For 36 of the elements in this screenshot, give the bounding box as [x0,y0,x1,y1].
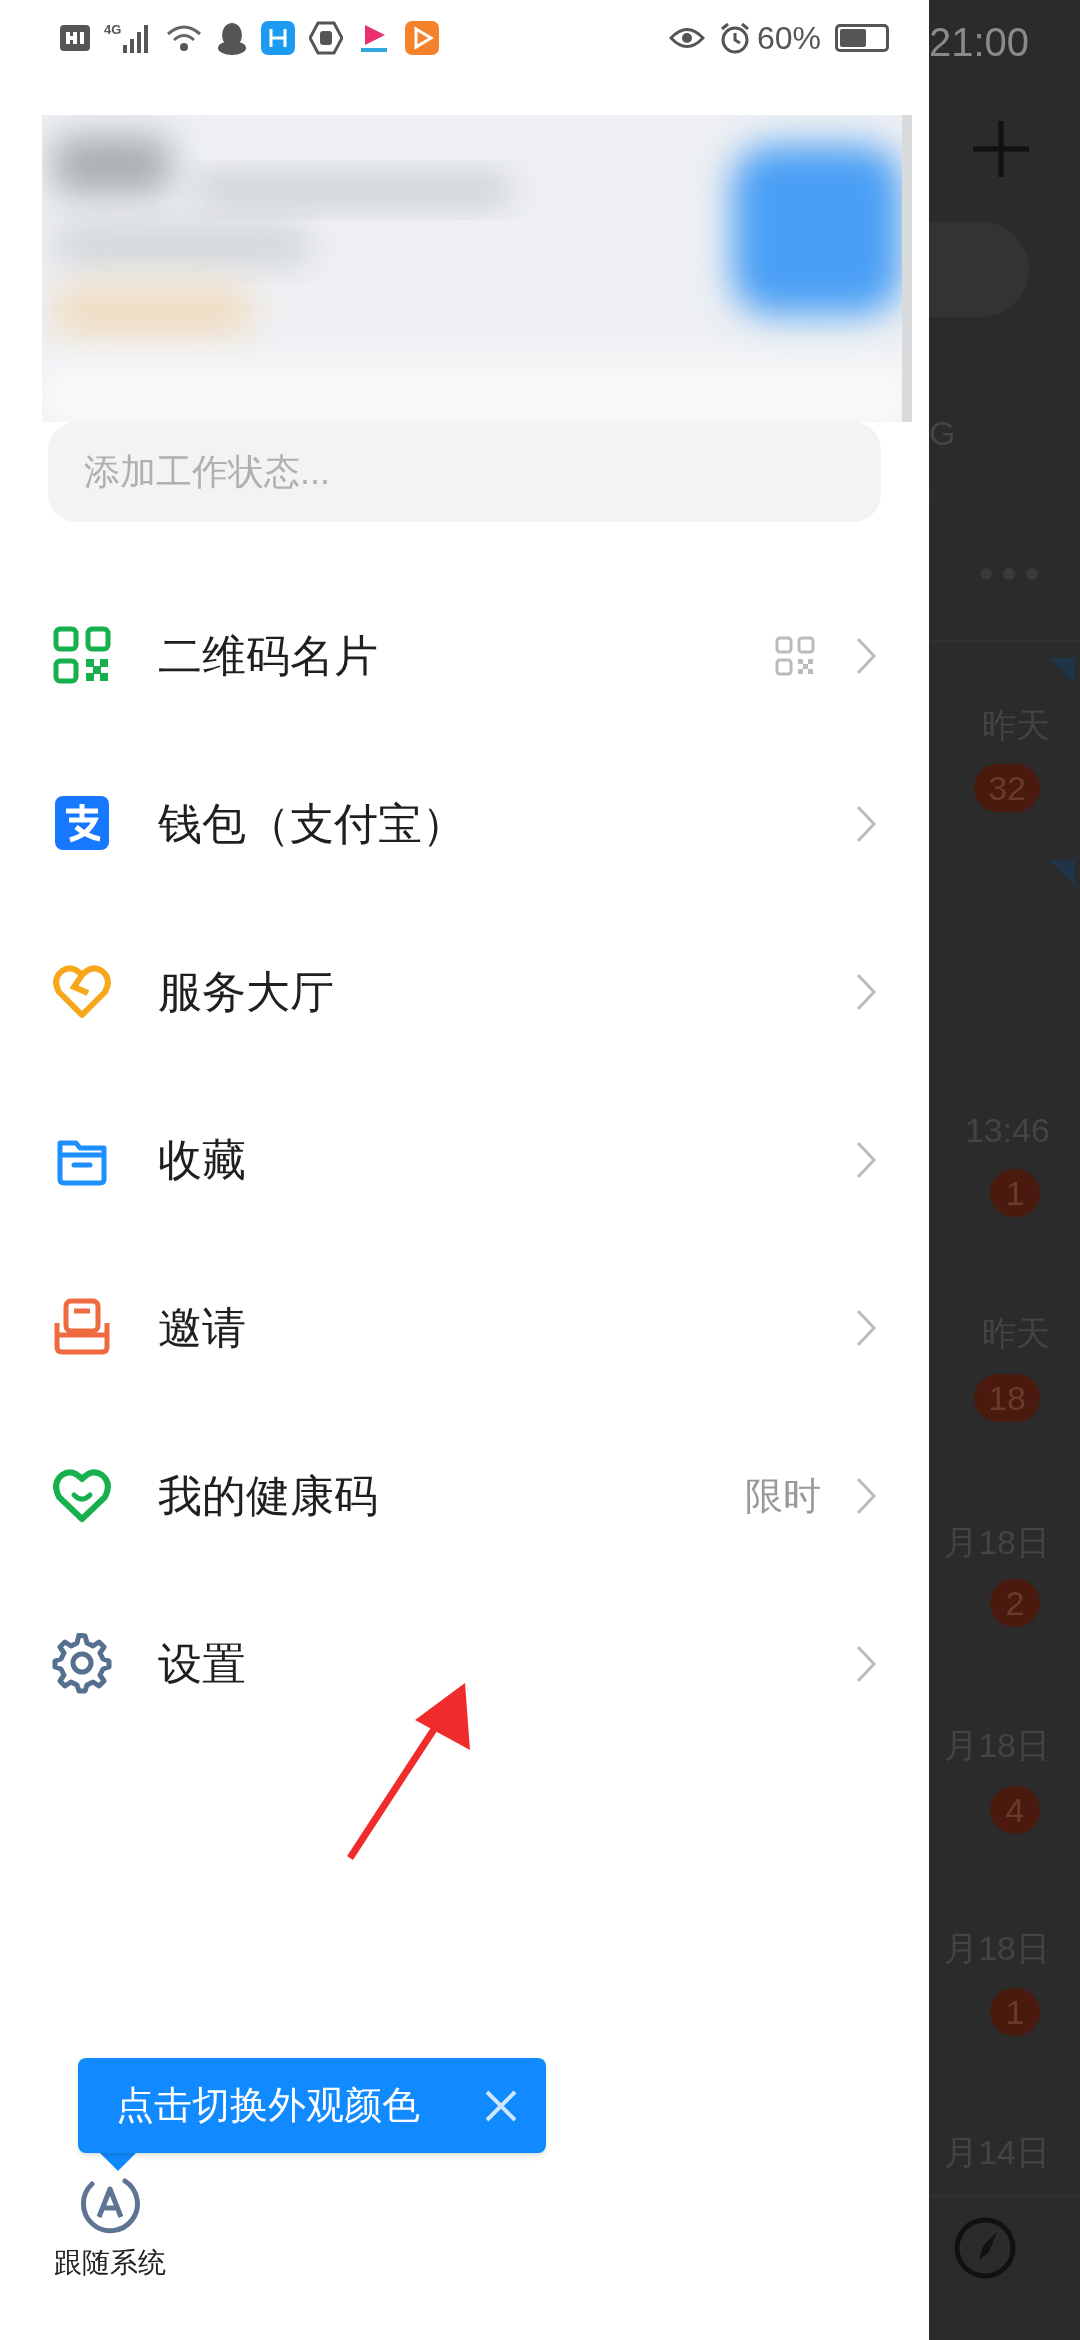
chevron-right-icon [855,1308,877,1348]
menu-item[interactable]: 服务大厅 [0,908,929,1076]
corner-marker-icon [1049,860,1075,886]
menu-item[interactable]: 钱包（支付宝） [0,740,929,908]
qr-code-icon [52,625,114,687]
clock-time: 21:00 [929,19,1030,66]
menu-item[interactable]: 二维码名片 [0,572,929,740]
chevron-right-icon [855,1140,877,1180]
play-app-icon [405,20,440,55]
status-input-field[interactable]: 添加工作状态... [48,422,881,522]
menu-item[interactable]: 邀请 [0,1244,929,1412]
settings-icon [52,1633,114,1695]
alarm-icon [718,21,751,54]
chevron-right-icon [855,636,877,676]
chevron-right-icon [855,804,877,844]
chevron-right-icon [855,972,877,1012]
battery-icon [835,23,889,52]
menu-item[interactable]: 收藏 [0,1076,929,1244]
hd-icon [60,24,90,51]
corner-marker-icon [1049,658,1075,684]
battery-percent: 60% [756,18,821,58]
app-icon [261,20,296,55]
wifi-icon [165,22,204,53]
add-icon[interactable] [971,119,1031,179]
close-icon[interactable] [484,2088,518,2123]
menu-item[interactable]: 设置 [0,1580,929,1748]
network-type: 4G [104,22,122,36]
chevron-right-icon [855,1476,877,1516]
theme-button[interactable]: 跟随系统 [40,2172,180,2284]
qr-code-icon [775,636,815,676]
menu-item[interactable]: 我的健康码 限时 [0,1412,929,1580]
chevron-right-icon [855,1644,877,1684]
menu-note: 限时 [745,1473,821,1519]
tooltip-text: 点击切换外观颜色 [116,2083,420,2128]
search-bar[interactable] [929,222,1029,317]
compass-icon[interactable] [953,2216,1017,2280]
